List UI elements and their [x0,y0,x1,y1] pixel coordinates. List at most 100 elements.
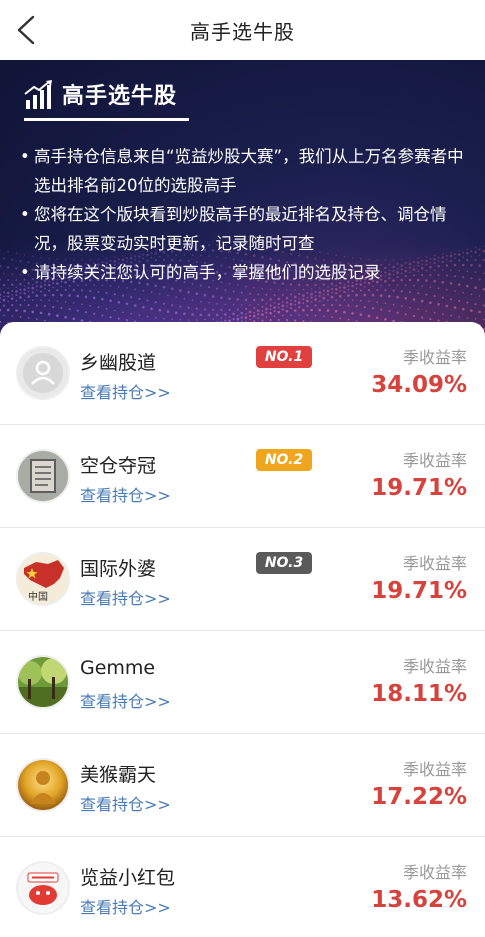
banner-bullet: 您将在这个版块看到炒股高手的最近排名及持仓、调仓情况，股票变动实时更新，记录随时… [20,200,470,258]
list-item[interactable]: 中国 国际外婆 查看持仓>> NO.3 季收益率 19.71% [0,528,485,631]
list-item[interactable]: 乡幽股道 查看持仓>> NO.1 季收益率 34.09% [0,322,485,425]
banner-dot [425,293,428,296]
banner-dot [478,310,481,314]
banner-dot [261,310,264,312]
banner-dot [445,304,449,308]
banner-dot [421,316,424,319]
view-holdings-link[interactable]: 查看持仓>> [80,379,171,403]
banner-dot [240,316,243,319]
banner-dot [363,306,366,309]
banner-dot [310,296,313,299]
banner-dot [453,306,457,309]
banner-dot [298,314,301,316]
banner-dot [273,293,276,297]
banner-dot [84,311,88,314]
banner-dot [35,304,38,307]
banner-dot [2,298,6,302]
banner-dot [339,290,342,292]
banner-dot [150,291,153,293]
view-holdings-link[interactable]: 查看持仓>> [80,482,171,506]
list-item[interactable]: 览益小红包 查看持仓>> 季收益率 13.62% [0,837,485,937]
banner-dot [203,308,207,311]
banner-dot [273,306,276,309]
banner-dot [237,314,239,317]
banner-dot [326,293,330,296]
rate-label: 季收益率 [402,348,467,367]
banner-dot [47,312,51,316]
banner-dot [278,306,280,309]
banner-dot [375,316,379,319]
banner-dot [80,289,84,292]
expert-name: Gemme [80,657,156,679]
banner-dot [376,301,379,303]
banner-dot [207,313,211,317]
banner-dot [220,308,223,312]
banner-dot [290,299,292,302]
list-item[interactable]: 空仓夺冠 查看持仓>> NO.2 季收益率 19.71% [0,425,485,528]
banner-dot [51,293,55,297]
banner-dot [302,302,305,304]
rate-value: 18.11% [371,681,467,707]
banner-dot [437,287,440,290]
banner-dot [204,318,206,321]
banner-dot [371,307,375,310]
banner-dot [6,291,10,295]
banner-dot [7,295,10,298]
banner-dot [10,297,14,300]
banner-dot [179,289,182,292]
expert-list: 乡幽股道 查看持仓>> NO.1 季收益率 34.09% 空仓夺冠 查看持仓>>… [0,322,485,937]
list-item[interactable]: 美猴霸天 查看持仓>> 季收益率 17.22% [0,734,485,837]
banner-dot [19,316,22,318]
banner-dot [68,308,71,311]
banner-title-underline [24,118,189,121]
banner-dot [7,250,9,253]
banner-dot [220,317,223,319]
banner-dot [261,298,264,302]
expert-name: 乡幽股道 [80,352,157,374]
banner-dot [36,289,38,291]
list-item[interactable]: Gemme 查看持仓>> 季收益率 18.11% [0,631,485,734]
banner-dot [351,312,354,315]
banner-dot [470,255,473,257]
banner-dot [183,312,186,315]
banner-dot [52,305,55,308]
banner-dot [261,287,264,290]
view-holdings-link[interactable]: 查看持仓>> [80,585,171,609]
banner-dot [122,311,124,313]
banner-dot [470,249,473,253]
banner-dot [286,305,288,307]
banner-dot [174,311,178,314]
banner-dot [302,298,305,301]
banner-dot [171,304,174,307]
banner-dot [11,289,14,293]
banner-dot [125,302,129,306]
banner-dot [0,264,2,268]
view-holdings-link[interactable]: 查看持仓>> [80,688,171,712]
banner-dot [273,315,276,317]
banner-dot [269,319,272,322]
banner-dot [269,288,272,291]
banner-dot [355,293,358,297]
banner-dot [159,293,161,295]
view-holdings-link[interactable]: 查看持仓>> [80,894,171,918]
banner-dot [343,291,346,294]
banner-dot [339,304,342,307]
banner-dot [323,293,325,295]
banner-dot [474,258,477,262]
banner-dot [179,319,182,321]
banner-dot [72,289,75,292]
banner-dot [11,273,13,275]
banner-dot [277,297,281,301]
view-holdings-link[interactable]: 查看持仓>> [80,791,171,815]
banner-dot [249,304,251,306]
banner-dot [289,293,293,296]
banner-dot [327,299,329,302]
banner-dot [15,290,18,293]
banner-dot [15,286,18,288]
banner-dot [338,294,342,298]
banner-dot [363,293,367,297]
banner-dot [19,292,22,294]
back-button[interactable] [8,12,44,48]
banner-dot [170,287,174,291]
banner-dot [228,297,231,300]
